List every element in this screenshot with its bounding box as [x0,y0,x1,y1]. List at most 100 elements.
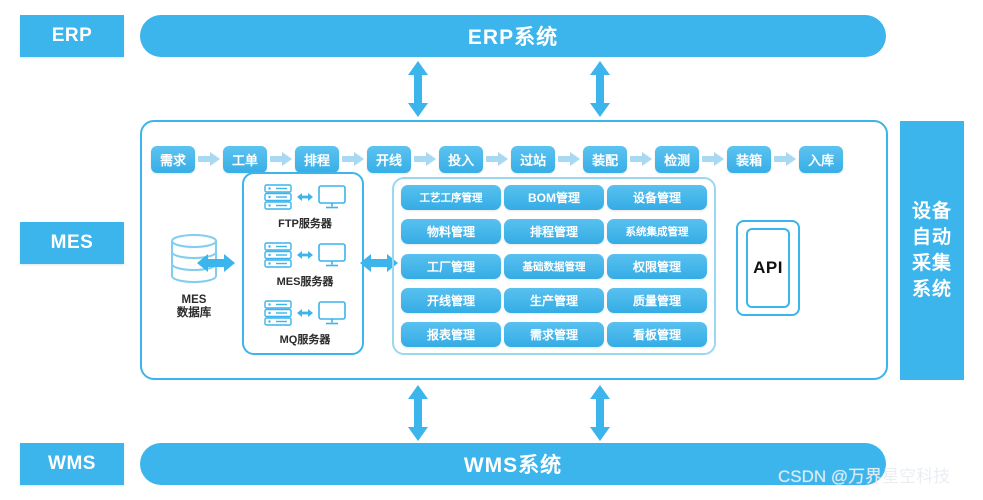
tier-label-wms-text: WMS [48,453,96,474]
flow-node-label: 排程 [304,152,331,168]
server-rack-icon [264,184,292,210]
flow-arrow-icon [774,152,797,166]
flow-node-label: 需求 [160,152,187,168]
server-label: FTP服务器 [278,218,332,230]
module-label: 排程管理 [529,225,578,240]
module-label: 工艺工序管理 [419,192,483,204]
module-lineopen-management[interactable]: 开线管理 [401,287,501,313]
flow-arrow-icon [702,152,725,166]
module-label: 设备管理 [632,191,681,205]
server-item-mes: MES服务器 [244,237,366,291]
bidirectional-arrow-small-icon [297,309,313,317]
server-rack-icon [264,242,292,268]
server-label: MES服务器 [276,276,334,288]
module-equipment-management[interactable]: 设备管理 [607,185,707,210]
module-permission-management[interactable]: 权限管理 [607,253,707,279]
flow-node-scheduling[interactable]: 排程 [295,145,340,173]
module-system-integration-management[interactable]: 系统集成管理 [607,219,707,245]
bidirectional-arrow-erp-left-icon [408,61,428,117]
flow-node-workorder[interactable]: 工单 [223,145,268,173]
module-factory-management[interactable]: 工厂管理 [401,253,501,279]
tier-label-erp-text: ERP [51,25,93,46]
diagram-canvas: ERP MES WMS ERP系统 WMS系统 需求 工单 排程 开线 投入 过… [0,0,983,500]
bidirectional-arrow-erp-right-icon [590,61,610,117]
bidirectional-arrow-small-icon [297,193,313,201]
module-label: 需求管理 [529,328,578,342]
flow-arrow-icon [342,152,365,166]
bidirectional-arrow-db-servers-icon [197,254,235,272]
api-box: API [736,220,800,316]
flow-node-assembly[interactable]: 装配 [583,145,628,173]
flow-arrow-icon [486,152,509,166]
module-row: 报表管理 需求管理 看板管理 [401,322,707,347]
flow-node-label: 装配 [592,152,619,168]
flow-node-packing[interactable]: 装箱 [727,145,772,173]
mes-modules-panel: 工艺工序管理 BOM管理 设备管理 物料管理 排程管理 系统集成管理 工厂管理 … [392,177,716,355]
bidirectional-arrow-wms-left-icon [408,385,428,441]
flow-arrow-icon [414,152,437,166]
flow-node-demand[interactable]: 需求 [151,145,196,173]
flow-node-warehousing[interactable]: 入库 [799,145,844,173]
right-bar-line-2: 自动 [911,226,952,248]
flow-arrow-icon [198,152,221,166]
flow-arrow-icon [630,152,653,166]
server-item-mq: MQ服务器 [244,295,366,349]
flow-node-lineopen[interactable]: 开线 [367,145,412,173]
monitor-icon [318,185,346,209]
right-bar-text: 设备 自动 采集 系统 [906,199,958,303]
flow-node-input[interactable]: 投入 [439,145,484,173]
tier-label-mes: MES [20,222,124,264]
flow-node-station[interactable]: 过站 [511,145,556,173]
flow-node-label: 装箱 [736,152,763,168]
flow-node-inspection[interactable]: 检测 [655,145,700,173]
module-basic-data-management[interactable]: 基础数据管理 [504,253,604,279]
monitor-icon [318,301,346,325]
server-graphic [244,237,366,273]
module-label: 质量管理 [632,293,681,308]
mes-database-line1: MES [181,294,207,306]
module-kanban-management[interactable]: 看板管理 [607,322,707,347]
flow-node-label: 开线 [376,152,403,168]
server-label: MQ服务器 [279,334,331,346]
flow-node-label: 入库 [808,152,835,168]
flow-arrow-icon [558,152,581,166]
flow-node-label: 投入 [448,152,475,168]
equipment-auto-collection-system-bar: 设备 自动 采集 系统 [900,121,964,380]
production-flow: 需求 工单 排程 开线 投入 过站 装配 检测 装箱 入库 [151,144,881,174]
bidirectional-arrow-wms-right-icon [590,385,610,441]
api-label: API [746,228,790,308]
module-quality-management[interactable]: 质量管理 [607,287,707,313]
module-demand-management[interactable]: 需求管理 [504,322,604,347]
wms-system-bar-text: WMS系统 [463,454,563,477]
mes-database-line2: 数据库 [176,307,212,319]
right-bar-line-3: 采集 [911,252,952,274]
flow-node-label: 过站 [520,152,547,168]
monitor-icon [318,243,346,267]
module-label: 看板管理 [632,328,681,342]
flow-node-label: 工单 [232,152,259,168]
module-process-management[interactable]: 工艺工序管理 [401,185,501,210]
module-label: 物料管理 [426,225,475,240]
flow-arrow-icon [270,152,293,166]
right-bar-line-4: 系统 [911,278,952,300]
module-bom-management[interactable]: BOM管理 [504,185,604,210]
module-label: 基础数据管理 [522,260,586,273]
bidirectional-arrow-small-icon [297,251,313,259]
tier-label-erp: ERP [20,15,124,57]
mes-database-caption: MES 数据库 [157,294,231,320]
module-label: 报表管理 [426,328,475,342]
mes-layer-container: 需求 工单 排程 开线 投入 过站 装配 检测 装箱 入库 MES 数据库 FT… [140,120,888,380]
module-label: BOM管理 [528,191,580,205]
server-graphic [244,179,366,215]
module-row: 工艺工序管理 BOM管理 设备管理 [401,185,707,210]
flow-node-label: 检测 [664,152,691,168]
tier-label-mes-text: MES [50,232,94,253]
server-group-panel: FTP服务器 MES服务器 MQ服务器 [242,172,364,355]
mes-database-node: MES 数据库 [157,232,231,320]
module-report-management[interactable]: 报表管理 [401,322,501,347]
right-bar-line-1: 设备 [911,200,952,222]
module-material-management[interactable]: 物料管理 [401,219,501,245]
server-graphic [244,295,366,331]
module-scheduling-management[interactable]: 排程管理 [504,219,604,245]
module-production-management[interactable]: 生产管理 [504,287,604,313]
